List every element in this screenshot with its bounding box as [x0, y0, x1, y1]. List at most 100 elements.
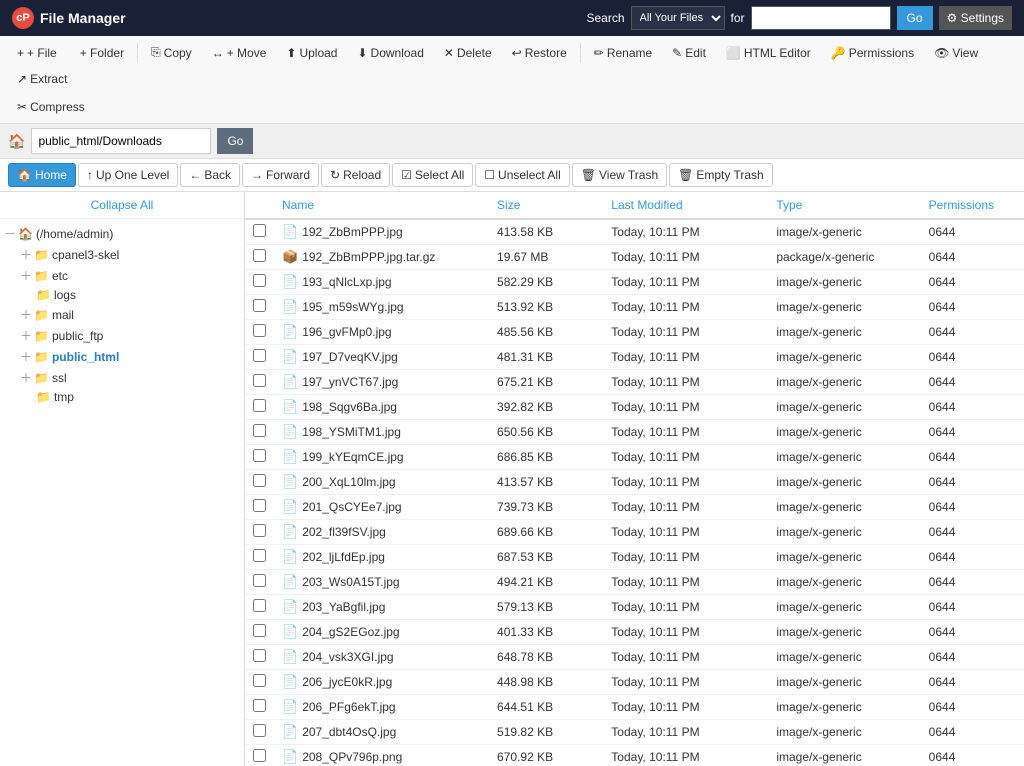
tree-label-public-html: public_html: [52, 350, 119, 364]
row-checkbox[interactable]: [253, 749, 266, 762]
file-name-cell: 📄 202_fl39fSV.jpg: [274, 520, 489, 545]
size-col-header[interactable]: Size: [489, 192, 603, 219]
name-col-header[interactable]: Name: [274, 192, 489, 219]
tree-item-logs[interactable]: 📁 logs: [0, 286, 244, 304]
type-col-header[interactable]: Type: [768, 192, 920, 219]
row-checkbox[interactable]: [253, 374, 266, 387]
row-checkbox[interactable]: [253, 449, 266, 462]
file-size: 494.21 KB: [489, 570, 603, 595]
search-input[interactable]: [751, 6, 891, 30]
download-icon: ⬇: [357, 46, 367, 60]
unselect-all-button[interactable]: ☐ Unselect All: [475, 163, 569, 187]
view-trash-button[interactable]: 🗑 View Trash: [572, 163, 667, 187]
delete-button[interactable]: ✕ Delete: [435, 41, 501, 65]
file-modified: Today, 10:11 PM: [603, 470, 768, 495]
row-checkbox[interactable]: [253, 724, 266, 737]
row-checkbox[interactable]: [253, 399, 266, 412]
file-size: 401.33 KB: [489, 620, 603, 645]
file-permissions: 0644: [921, 370, 1024, 395]
tree-item-mail[interactable]: ＋ 📁 mail: [0, 304, 244, 325]
checkbox-col-header: [245, 192, 274, 219]
path-input[interactable]: [31, 128, 211, 154]
file-size: 582.29 KB: [489, 270, 603, 295]
file-type: image/x-generic: [768, 695, 920, 720]
row-checkbox[interactable]: [253, 699, 266, 712]
select-all-button[interactable]: ☑ Select All: [392, 163, 473, 187]
row-checkbox[interactable]: [253, 274, 266, 287]
tree-item-root[interactable]: － 🏠 (/home/admin): [0, 223, 244, 244]
file-name: 195_m59sWYg.jpg: [302, 300, 403, 314]
row-checkbox[interactable]: [253, 624, 266, 637]
empty-trash-button[interactable]: 🗑 Empty Trash: [669, 163, 773, 187]
home-path-icon: 🏠: [8, 133, 25, 150]
row-checkbox[interactable]: [253, 574, 266, 587]
row-checkbox[interactable]: [253, 524, 266, 537]
extract-button[interactable]: ↗ Extract: [8, 67, 76, 91]
view-button[interactable]: 👁 View: [925, 41, 987, 65]
file-size: 392.82 KB: [489, 395, 603, 420]
row-checkbox[interactable]: [253, 549, 266, 562]
file-permissions: 0644: [921, 520, 1024, 545]
row-checkbox[interactable]: [253, 474, 266, 487]
settings-button[interactable]: ⚙ Settings: [939, 6, 1012, 30]
row-checkbox[interactable]: [253, 674, 266, 687]
tree-item-public-html[interactable]: ＋ 📁 public_html: [0, 346, 244, 367]
row-checkbox[interactable]: [253, 224, 266, 237]
collapse-all-button[interactable]: Collapse All: [0, 192, 244, 219]
uncheck-icon: ☐: [484, 168, 495, 182]
file-type: image/x-generic: [768, 670, 920, 695]
file-type: image/x-generic: [768, 270, 920, 295]
html-editor-button[interactable]: ⬜ HTML Editor: [717, 41, 820, 65]
file-name: 200_XqL10lm.jpg: [302, 475, 395, 489]
file-name-cell: 📄 203_YaBgfil.jpg: [274, 595, 489, 620]
row-checkbox-cell: [245, 520, 274, 545]
forward-button[interactable]: → Forward: [242, 163, 319, 187]
upload-button[interactable]: ⬆ Upload: [277, 41, 346, 65]
download-button[interactable]: ⬇ Download: [348, 41, 432, 65]
tree-item-etc[interactable]: ＋ 📁 etc: [0, 265, 244, 286]
row-checkbox[interactable]: [253, 349, 266, 362]
up-one-level-button[interactable]: ↑ Up One Level: [78, 163, 178, 187]
reload-button[interactable]: ↻ Reload: [321, 163, 390, 187]
row-checkbox[interactable]: [253, 249, 266, 262]
permissions-button[interactable]: 🔑 Permissions: [822, 41, 923, 65]
file-permissions: 0644: [921, 670, 1024, 695]
move-button[interactable]: ↔ + Move: [203, 41, 276, 65]
row-checkbox[interactable]: [253, 599, 266, 612]
file-permissions: 0644: [921, 420, 1024, 445]
tree-item-ssl[interactable]: ＋ 📁 ssl: [0, 367, 244, 388]
back-button[interactable]: ← Back: [180, 163, 240, 187]
table-row: 📄 203_YaBgfil.jpg 579.13 KB Today, 10:11…: [245, 595, 1024, 620]
copy-button[interactable]: ⎘ Copy: [142, 40, 201, 65]
compress-button[interactable]: ✂ Compress: [8, 95, 94, 119]
file-name-cell: 📄 198_Sqgv6Ba.jpg: [274, 395, 489, 420]
row-checkbox[interactable]: [253, 424, 266, 437]
file-size: 448.98 KB: [489, 670, 603, 695]
new-folder-button[interactable]: + Folder: [68, 41, 133, 65]
search-go-button[interactable]: Go: [897, 6, 933, 30]
permissions-col-header[interactable]: Permissions: [921, 192, 1024, 219]
home-nav-button[interactable]: 🏠 Home: [8, 163, 76, 187]
row-checkbox-cell: [245, 470, 274, 495]
table-row: 📄 201_QsCYEe7.jpg 739.73 KB Today, 10:11…: [245, 495, 1024, 520]
file-size: 519.82 KB: [489, 720, 603, 745]
tree-item-tmp[interactable]: 📁 tmp: [0, 388, 244, 406]
rename-button[interactable]: ✏ Rename: [585, 41, 661, 65]
row-checkbox[interactable]: [253, 649, 266, 662]
file-size: 485.56 KB: [489, 320, 603, 345]
tree-item-public-ftp[interactable]: ＋ 📁 public_ftp: [0, 325, 244, 346]
restore-button[interactable]: ↩ Restore: [503, 41, 576, 65]
row-checkbox[interactable]: [253, 299, 266, 312]
edit-button[interactable]: ✎ Edit: [663, 41, 715, 65]
file-modified: Today, 10:11 PM: [603, 219, 768, 245]
row-checkbox[interactable]: [253, 499, 266, 512]
search-scope-select[interactable]: All Your Files: [631, 6, 725, 30]
tree-item-cpanel3-skel[interactable]: ＋ 📁 cpanel3-skel: [0, 244, 244, 265]
path-go-button[interactable]: Go: [217, 128, 253, 154]
modified-col-header[interactable]: Last Modified: [603, 192, 768, 219]
file-size: 413.58 KB: [489, 219, 603, 245]
row-checkbox[interactable]: [253, 324, 266, 337]
file-modified: Today, 10:11 PM: [603, 345, 768, 370]
tree-label-tmp: tmp: [54, 390, 74, 404]
new-file-button[interactable]: + + File: [8, 41, 66, 65]
